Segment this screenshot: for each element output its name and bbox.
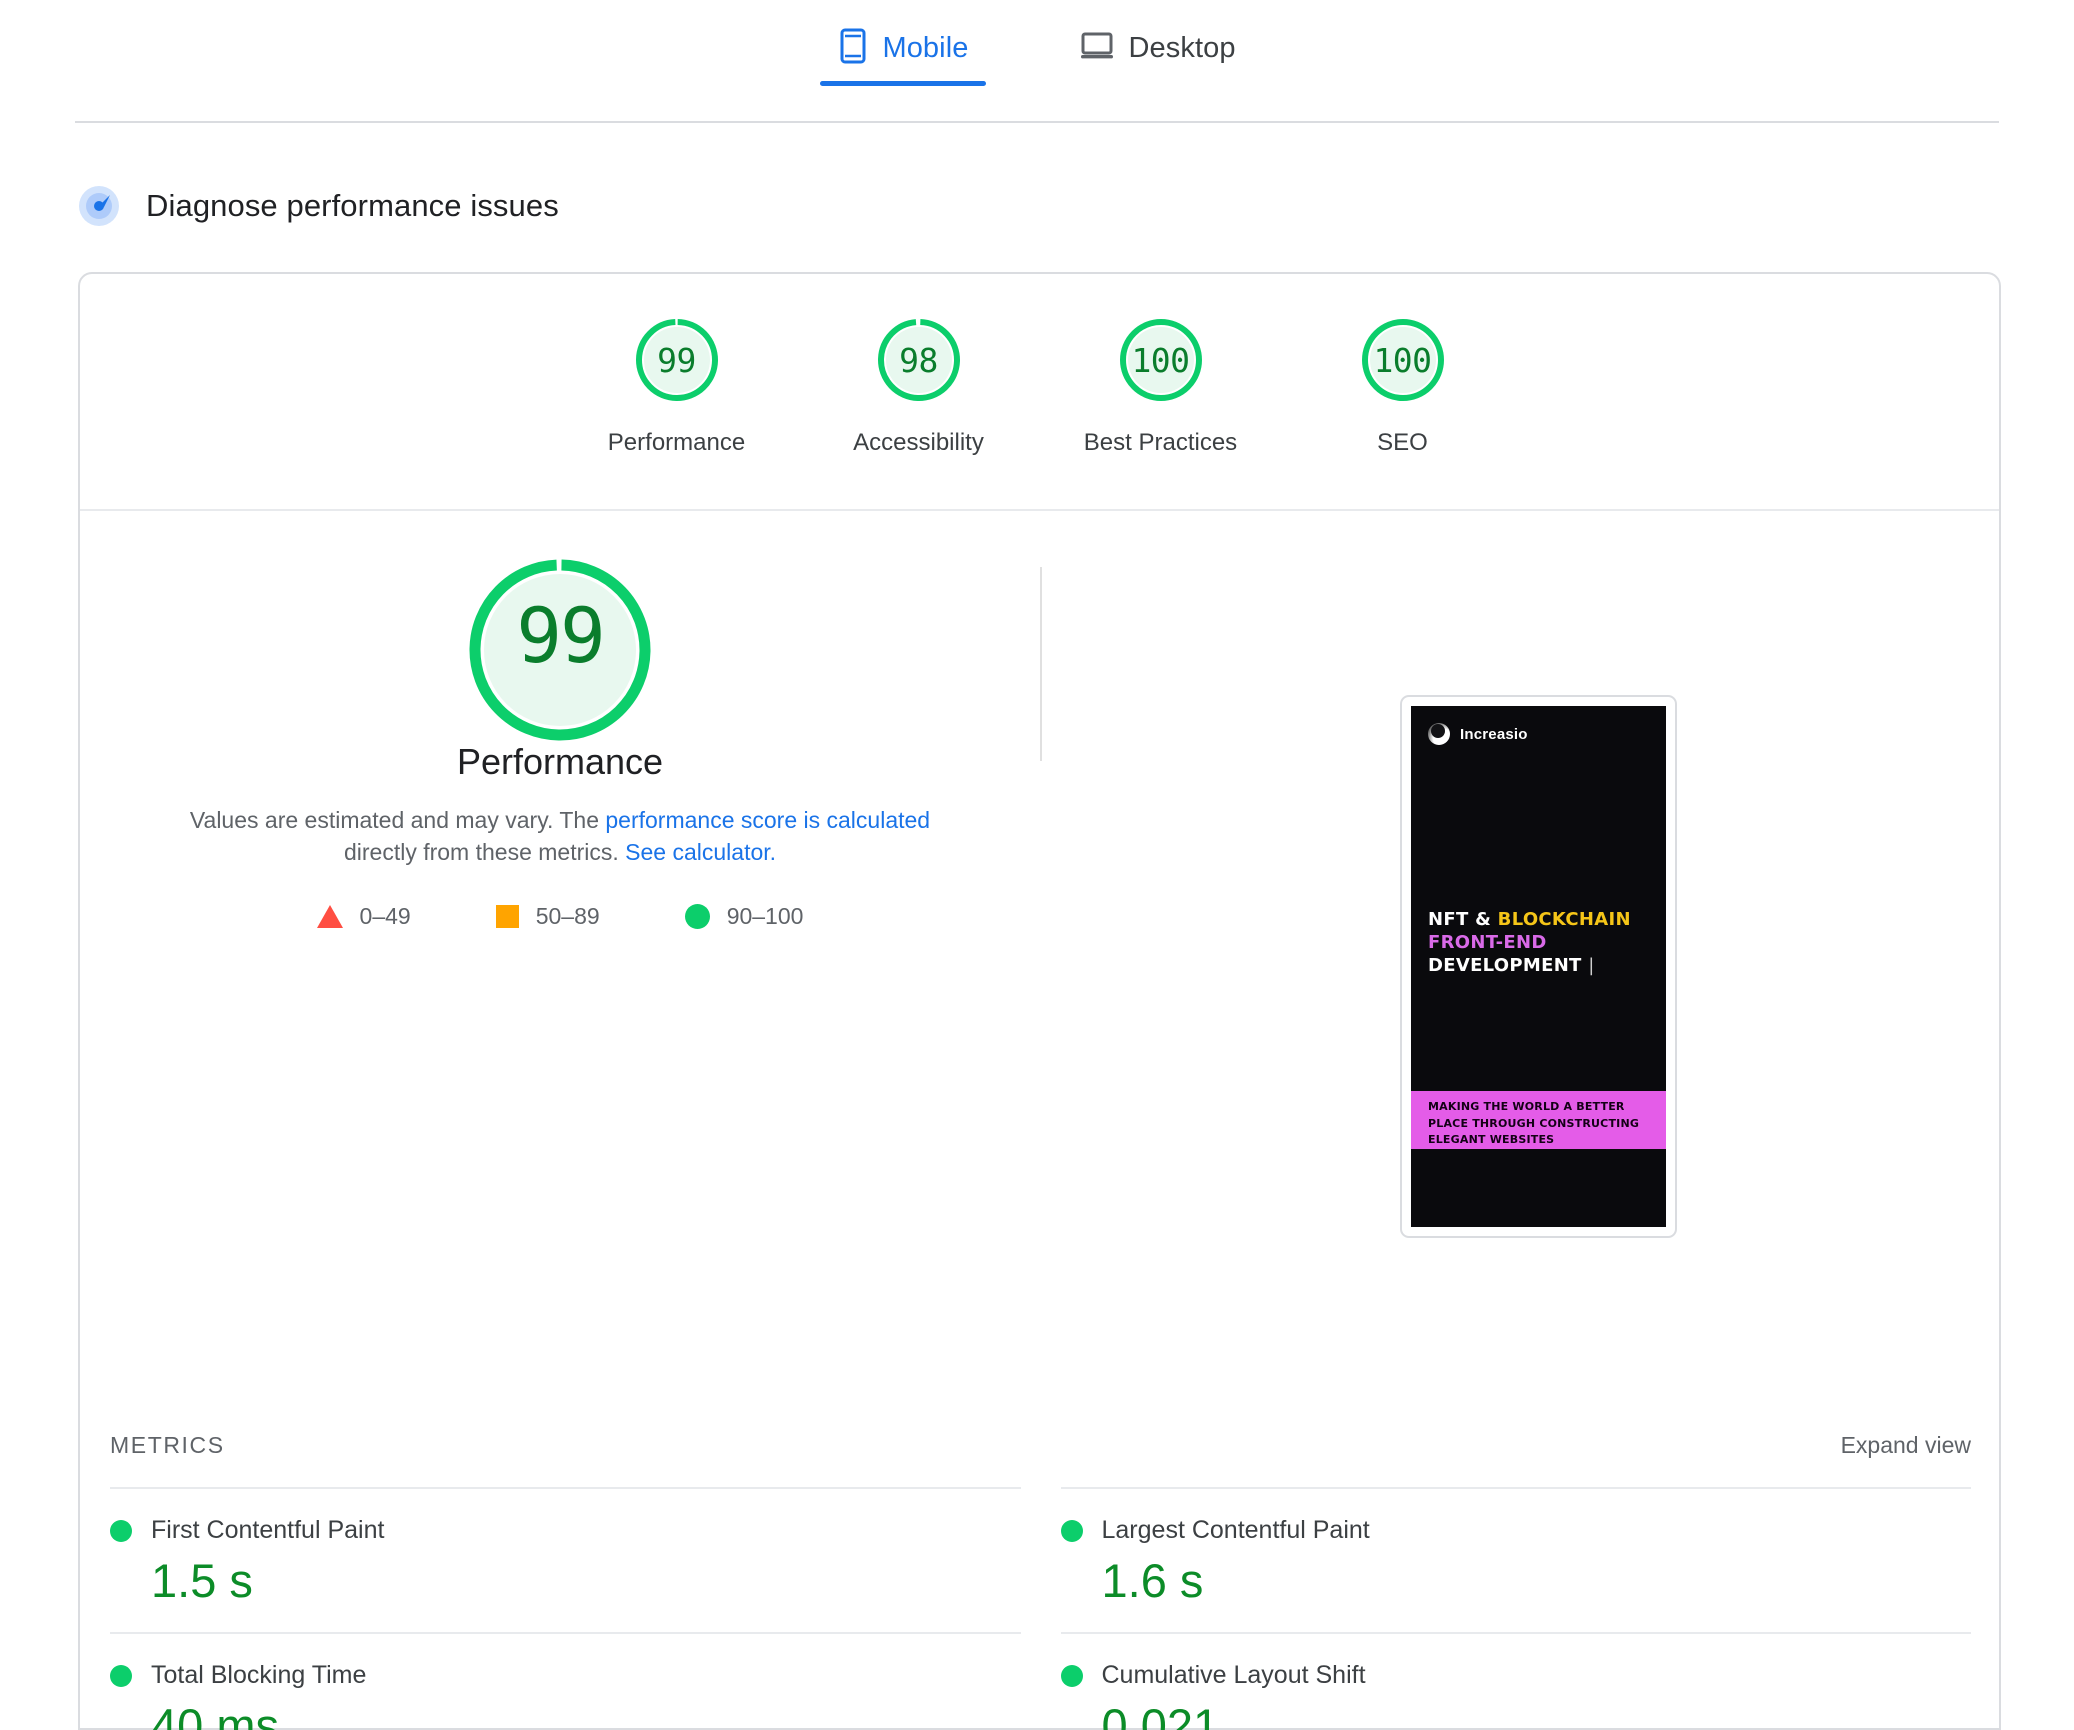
metric-value: 1.6 s: [1101, 1554, 1204, 1607]
score-value-performance: 99: [657, 340, 696, 380]
header-divider: [75, 121, 1999, 123]
score-description: Values are estimated and may vary. The p…: [160, 804, 960, 869]
tab-active-indicator: [820, 81, 987, 86]
metrics-grid: First Contentful Paint 1.5 s Largest Con…: [110, 1487, 1971, 1730]
screenshot-headline: NFT & BLOCKCHAIN FRONT-END DEVELOPMENT |: [1428, 908, 1631, 977]
score-value-accessibility: 98: [899, 340, 938, 380]
metric-value: 0.021: [1101, 1699, 1220, 1730]
triangle-icon: [316, 905, 343, 928]
status-good-icon: [1060, 1519, 1083, 1542]
score-item-best-practices[interactable]: 100 Best Practices: [1040, 316, 1282, 457]
score-label-accessibility: Accessibility: [853, 429, 984, 456]
text-caret-icon: |: [1588, 955, 1595, 977]
score-description-text-1: Values are estimated and may vary. The: [189, 806, 606, 833]
speedometer-gauge-icon: [78, 185, 120, 227]
expand-view-button[interactable]: Expand view: [1841, 1432, 1971, 1459]
section-heading: Diagnose performance issues: [78, 185, 559, 227]
score-gauge-accessibility: 98: [875, 316, 963, 404]
desktop-monitor-icon: [1080, 31, 1114, 66]
tab-mobile-label: Mobile: [882, 31, 969, 64]
legend-label-poor: 0–49: [359, 903, 411, 929]
score-item-seo[interactable]: 100 SEO: [1282, 316, 1524, 457]
square-icon: [495, 905, 519, 928]
screenshot-tagline: MAKING THE WORLD A BETTER PLACE THROUGH …: [1428, 1100, 1640, 1146]
legend-item-average: 50–89: [495, 903, 600, 930]
headline-development: DEVELOPMENT: [1428, 955, 1582, 977]
score-label-best-practices: Best Practices: [1083, 429, 1238, 456]
screenshot-content: Increasio NFT & BLOCKCHAIN FRONT-END DEV…: [1411, 706, 1666, 1227]
performance-hero: 99 Performance Values are estimated and …: [80, 511, 1999, 1238]
legend-item-good: 90–100: [684, 903, 804, 930]
score-label-performance: Performance: [607, 429, 746, 456]
score-item-accessibility[interactable]: 98 Accessibility: [798, 316, 1040, 457]
site-logo-text: Increasio: [1460, 725, 1528, 743]
performance-summary: 99 Performance Values are estimated and …: [80, 511, 1040, 930]
metric-largest-contentful-paint[interactable]: Largest Contentful Paint 1.6 s: [1060, 1487, 1971, 1632]
legend-label-good: 90–100: [726, 903, 804, 929]
headline-frontend: FRONT-END: [1428, 932, 1547, 954]
report-card: 99 Performance 98 Accessibility 100 Best…: [78, 272, 2001, 1730]
see-calculator-link[interactable]: See calculator.: [625, 839, 776, 865]
tab-mobile[interactable]: Mobile: [820, 0, 987, 96]
metric-total-blocking-time[interactable]: Total Blocking Time 40 ms: [110, 1632, 1021, 1730]
legend-item-poor: 0–49: [316, 903, 411, 930]
metric-value: 40 ms: [151, 1699, 279, 1730]
headline-blockchain: BLOCKCHAIN: [1497, 909, 1631, 930]
metric-label: Total Blocking Time: [151, 1661, 367, 1689]
performance-score-calculated-link[interactable]: performance score is calculated: [605, 807, 930, 833]
metrics-header: METRICS Expand view: [80, 1406, 1999, 1484]
score-range-legend: 0–49 50–89 90–100: [316, 903, 804, 930]
form-factor-tabs: Mobile Desktop: [0, 0, 2074, 122]
metric-label: Largest Contentful Paint: [1101, 1516, 1370, 1544]
score-value-best-practices: 100: [1131, 340, 1190, 380]
category-scores: 99 Performance 98 Accessibility 100 Best…: [80, 274, 1999, 509]
tab-desktop-label: Desktop: [1128, 31, 1236, 64]
metric-value: 1.5 s: [151, 1554, 253, 1607]
score-value-seo: 100: [1373, 340, 1432, 380]
score-gauge-performance: 99: [633, 316, 721, 404]
score-description-text-2: directly from these metrics.: [343, 839, 626, 866]
metric-label: First Contentful Paint: [151, 1516, 385, 1544]
status-good-icon: [1060, 1664, 1083, 1687]
crescent-sphere-icon: [1428, 723, 1450, 745]
status-good-icon: [110, 1519, 132, 1542]
score-gauge-best-practices: 100: [1117, 316, 1205, 404]
hero-vertical-divider: [1040, 567, 1042, 761]
screenshot-tagline-band: MAKING THE WORLD A BETTER PLACE THROUGH …: [1411, 1091, 1666, 1149]
score-item-performance[interactable]: 99 Performance: [556, 316, 798, 457]
page-title: Diagnose performance issues: [146, 188, 559, 223]
headline-nft: NFT &: [1428, 909, 1498, 930]
legend-label-average: 50–89: [535, 903, 600, 929]
metric-cumulative-layout-shift[interactable]: Cumulative Layout Shift 0.021: [1060, 1632, 1971, 1730]
performance-gauge-large: 99: [462, 552, 658, 741]
tab-desktop[interactable]: Desktop: [1062, 0, 1253, 96]
mobile-phone-icon: [838, 28, 868, 69]
performance-score-value: 99: [516, 590, 606, 680]
page-screenshot-thumbnail[interactable]: Increasio NFT & BLOCKCHAIN FRONT-END DEV…: [1400, 695, 1677, 1238]
metric-first-contentful-paint[interactable]: First Contentful Paint 1.5 s: [110, 1487, 1021, 1632]
score-label-seo: SEO: [1377, 429, 1428, 456]
status-good-icon: [110, 1664, 132, 1687]
metric-label: Cumulative Layout Shift: [1101, 1661, 1366, 1689]
metrics-title: METRICS: [110, 1431, 225, 1458]
pagespeed-insights-report: Mobile Desktop Diagnose performance issu…: [0, 0, 2074, 1730]
score-gauge-seo: 100: [1359, 316, 1447, 404]
circle-icon: [684, 904, 710, 929]
site-logo: Increasio: [1428, 723, 1528, 745]
